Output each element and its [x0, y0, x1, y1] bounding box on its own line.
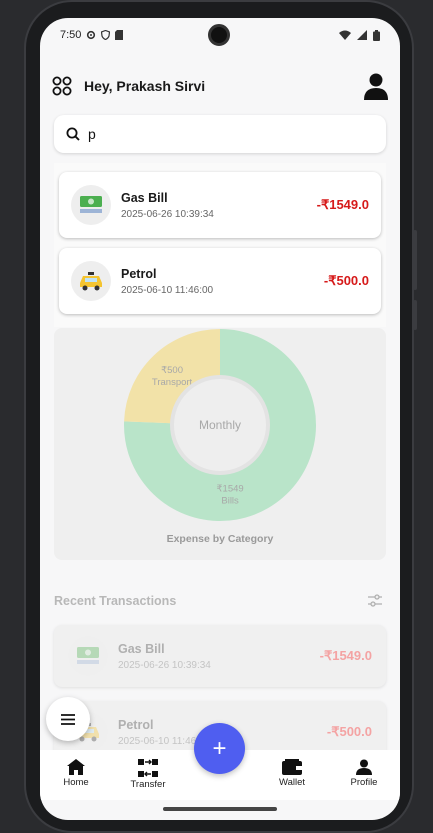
filter-icon[interactable] — [368, 594, 382, 607]
cash-icon — [71, 185, 111, 225]
expense-donut-chart: ₹1549Bills ₹500Transport Monthly — [124, 329, 317, 521]
recent-item-gas-bill[interactable]: Gas Bill 2025-06-26 10:39:34 -₹1549.0 — [54, 625, 386, 687]
nav-label: Wallet — [278, 777, 306, 788]
app-screen: 7:50 Hey, Prakash Sirvi p Gas Bill 2025-… — [40, 18, 400, 820]
result-title: Petrol — [121, 266, 157, 281]
signal-icon — [357, 30, 367, 40]
search-input[interactable]: p — [88, 126, 96, 142]
nav-label: Profile — [350, 777, 378, 788]
nav-transfer[interactable]: Transfer — [118, 759, 178, 790]
recent-transactions-title: Recent Transactions — [54, 594, 177, 608]
dimmed-dashboard: ₹1549 Bills ₹500 Transport Monthly Expense b… — [40, 328, 400, 768]
volume-button — [413, 230, 417, 290]
battery-icon — [373, 29, 380, 41]
result-amount: -₹500.0 — [323, 273, 369, 288]
nav-profile[interactable]: Profile — [334, 759, 394, 788]
shield-icon — [101, 30, 111, 40]
search-icon — [66, 127, 80, 141]
nav-label: Home — [63, 777, 89, 788]
chart-title: Expense by Category — [166, 533, 274, 545]
search-bar[interactable]: p — [54, 115, 386, 153]
search-results-list: Gas Bill 2025-06-26 10:39:34 -₹1549.0 Pe… — [54, 163, 386, 327]
result-amount: -₹1549.0 — [316, 197, 369, 212]
menu-fab-button[interactable] — [46, 697, 90, 741]
donut-center-label: Monthly — [199, 418, 241, 432]
wallet-icon — [282, 759, 302, 775]
recent-amount: -₹1549.0 — [319, 648, 372, 663]
app-header: Hey, Prakash Sirvi — [40, 68, 400, 104]
slice-category-label: Bills — [221, 495, 239, 506]
status-bar: 7:50 — [40, 18, 400, 52]
taxi-icon — [71, 261, 111, 301]
wifi-icon — [339, 30, 351, 40]
status-time: 7:50 — [60, 29, 82, 41]
result-item-petrol[interactable]: Petrol 2025-06-10 11:46:00 -₹500.0 — [59, 248, 381, 314]
result-item-gas-bill[interactable]: Gas Bill 2025-06-26 10:39:34 -₹1549.0 — [59, 172, 381, 238]
profile-icon — [356, 759, 372, 775]
add-transaction-button[interactable]: + — [194, 723, 245, 774]
front-camera — [208, 24, 230, 46]
gesture-bar — [163, 807, 277, 811]
cash-icon — [68, 636, 108, 676]
nav-home[interactable]: Home — [46, 759, 106, 788]
slice-value-label: ₹500 — [161, 365, 183, 376]
hamburger-icon — [61, 713, 75, 725]
recent-amount: -₹500.0 — [326, 724, 372, 739]
transfer-icon — [138, 759, 158, 777]
result-date: 2025-06-10 11:46:00 — [121, 284, 214, 296]
nav-wallet[interactable]: Wallet — [262, 759, 322, 788]
expense-chart-card: ₹1549 Bills ₹500 Transport Monthly Expense b… — [54, 328, 386, 560]
nav-label: Transfer — [130, 779, 166, 790]
power-button — [413, 300, 417, 330]
result-date: 2025-06-26 10:39:34 — [121, 208, 214, 220]
profile-avatar-icon[interactable] — [364, 72, 388, 100]
sim-card-icon — [115, 30, 124, 40]
recent-date: 2025-06-26 10:39:34 — [118, 659, 211, 671]
settings-icon — [87, 30, 96, 40]
recent-title: Gas Bill — [118, 641, 165, 656]
greeting-text: Hey, Prakash Sirvi — [84, 78, 206, 94]
dashboard-grid-icon[interactable] — [52, 76, 72, 96]
slice-value-label: ₹1549 — [217, 483, 244, 494]
home-icon — [67, 759, 85, 775]
result-title: Gas Bill — [121, 190, 168, 205]
slice-category-label: Transport — [152, 377, 193, 388]
recent-title: Petrol — [118, 717, 154, 732]
